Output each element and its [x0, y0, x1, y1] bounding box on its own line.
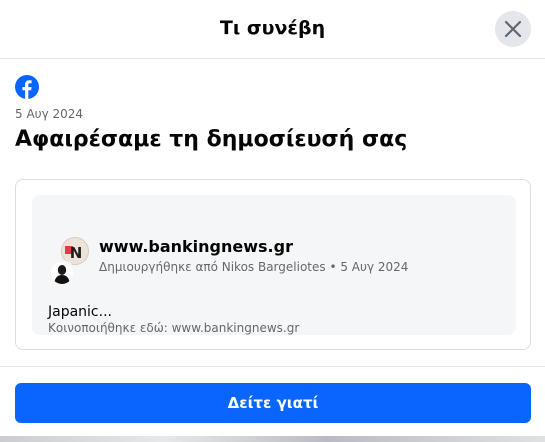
- post-meta: Δημιουργήθηκε από Nikos Bargeliotes • 5 …: [99, 260, 409, 274]
- removed-post-card: N www.bankingnews.gr Δημιουργήθηκε από N…: [15, 179, 531, 350]
- notice-date: 5 Αυγ 2024: [15, 107, 84, 121]
- post-snippet: Japanic...: [48, 304, 112, 320]
- removed-post-dialog: Τι συνέβη 5 Αυγ 2024 Αφαιρέσαμε τη δημοσ…: [0, 0, 545, 442]
- dialog-title: Τι συνέβη: [219, 17, 326, 39]
- dialog-header: Τι συνέβη: [0, 0, 545, 59]
- facebook-logo-icon: [15, 75, 39, 99]
- close-icon: [504, 20, 522, 38]
- author-avatar: [49, 260, 75, 286]
- notice-headline: Αφαιρέσαμε τη δημοσίευσή σας: [15, 127, 408, 152]
- post-preview: N www.bankingnews.gr Δημιουργήθηκε από N…: [32, 195, 516, 335]
- page-name[interactable]: www.bankingnews.gr: [99, 237, 293, 256]
- author-avatar-image: [51, 262, 73, 284]
- avatar-group: N: [46, 223, 92, 286]
- svg-text:N: N: [70, 244, 83, 262]
- close-button[interactable]: [495, 11, 531, 47]
- background-peek: [0, 436, 545, 442]
- shared-location: Κοινοποιήθηκε εδώ: www.bankingnews.gr: [48, 321, 300, 335]
- see-why-button[interactable]: Δείτε γιατί: [15, 383, 531, 423]
- footer-divider: [0, 366, 545, 367]
